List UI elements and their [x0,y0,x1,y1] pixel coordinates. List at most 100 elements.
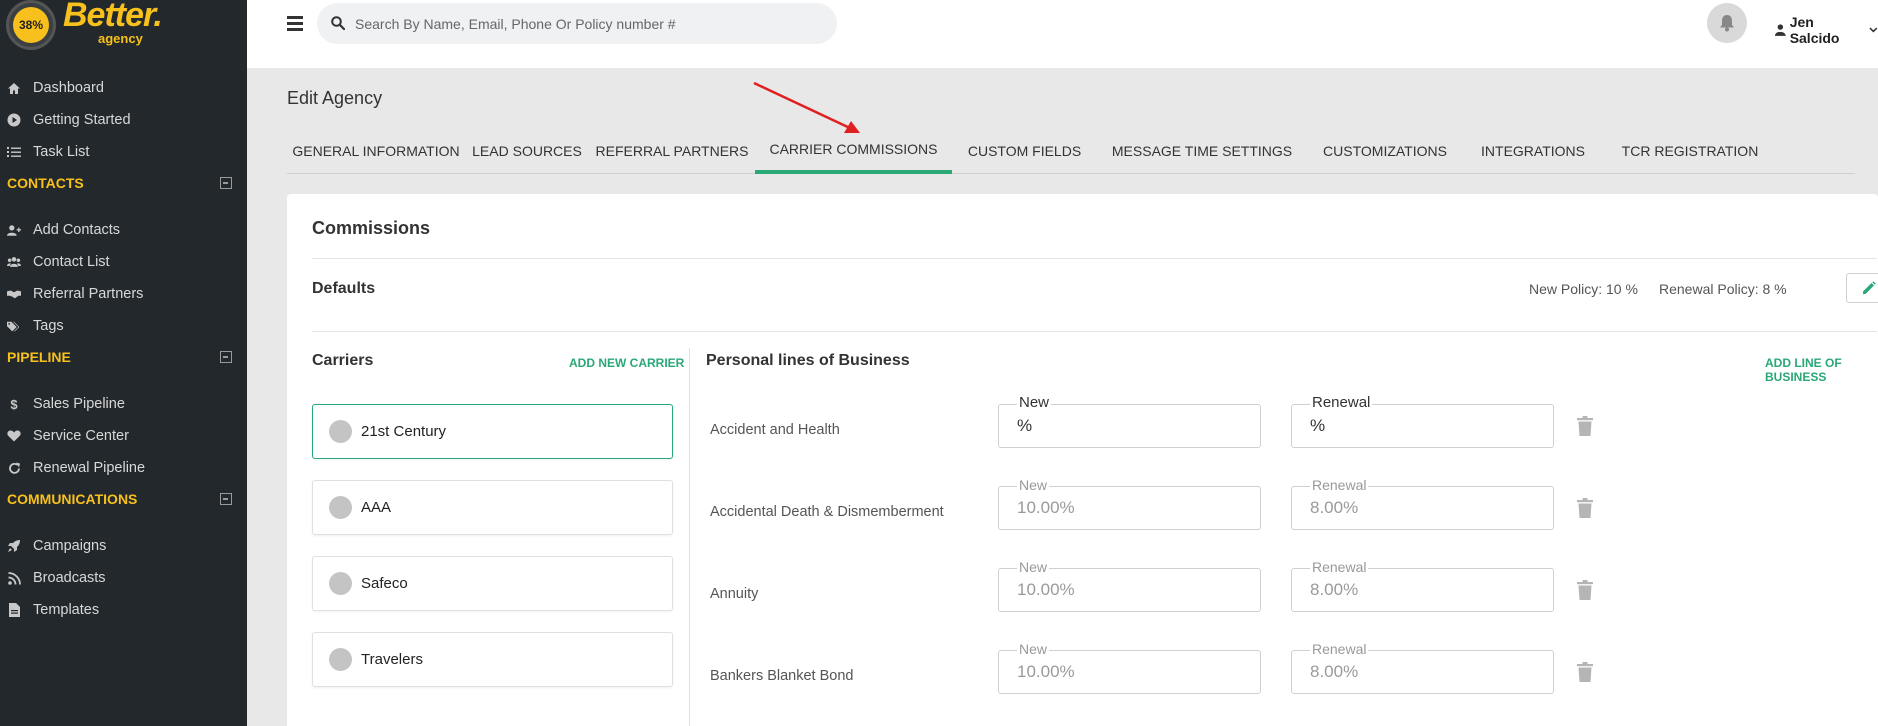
tab-bar: GENERAL INFORMATION LEAD SOURCES REFERRA… [287,128,1855,174]
new-label: New [1017,477,1050,493]
new-commission-input[interactable] [1017,413,1247,439]
tab-message-time-settings[interactable]: MESSAGE TIME SETTINGS [1097,128,1307,174]
chevron-down-icon [1869,27,1878,33]
commissions-card: Commissions Defaults New Policy: 10 % Re… [287,194,1878,726]
renewal-commission-field: Renewal [1291,395,1554,448]
section-contacts[interactable]: CONTACTS [7,171,232,195]
tab-customizations[interactable]: CUSTOMIZATIONS [1307,128,1463,174]
sidebar-item-label: Add Contacts [33,222,121,238]
new-commission-input[interactable] [1017,495,1247,521]
trash-icon[interactable] [1577,662,1593,682]
sidebar-item-sales-pipeline[interactable]: $ Sales Pipeline [0,389,247,419]
sidebar-item-label: Service Center [33,428,129,444]
collapse-icon[interactable] [220,493,232,505]
renewal-commission-field: Renewal [1291,477,1554,530]
menu-toggle-icon[interactable] [287,16,303,31]
add-line-of-business-link[interactable]: ADD LINE OF BUSINESS [1765,356,1878,384]
commissions-title: Commissions [312,218,431,238]
collapse-icon[interactable] [220,351,232,363]
sidebar-item-task-list[interactable]: Task List [0,137,247,167]
sidebar-item-label: Renewal Pipeline [33,460,146,476]
sidebar-item-tags[interactable]: Tags [0,311,247,341]
topbar: Jen Salcido [247,0,1878,68]
sidebar-item-label: Tags [33,318,64,334]
file-icon [7,603,21,617]
divider [312,331,1877,332]
renewal-label: Renewal [1310,394,1373,411]
brand-logo[interactable]: 38% Better. agency [0,0,247,68]
new-commission-field: New [998,395,1261,448]
renewal-commission-field: Renewal [1291,641,1554,694]
sidebar-item-dashboard[interactable]: Dashboard [0,73,247,103]
lob-name: Accidental Death & Dismemberment [710,504,944,520]
new-commission-field: New [998,559,1261,612]
renewal-commission-input[interactable] [1310,413,1540,439]
edit-defaults-button[interactable] [1846,273,1878,303]
renewal-commission-field: Renewal [1291,559,1554,612]
tags-icon [7,320,21,333]
tab-referral-partners[interactable]: REFERRAL PARTNERS [589,128,755,174]
tab-lead-sources[interactable]: LEAD SOURCES [465,128,589,174]
new-label: New [1017,559,1050,575]
renewal-commission-input[interactable] [1310,577,1540,603]
renewal-commission-input[interactable] [1310,659,1540,685]
tab-integrations[interactable]: INTEGRATIONS [1463,128,1603,174]
sidebar-item-renewal-pipeline[interactable]: Renewal Pipeline [0,453,247,483]
section-title: COMMUNICATIONS [7,491,138,507]
rss-icon [7,571,21,585]
new-commission-input[interactable] [1017,577,1247,603]
brand-sub: agency [98,31,143,46]
search-icon [331,16,345,30]
user-plus-icon [7,224,21,237]
progress-badge-value: 38% [13,7,49,43]
renewal-label: Renewal [1310,477,1369,493]
new-label: New [1017,394,1052,411]
sidebar-item-broadcasts[interactable]: Broadcasts [0,563,247,593]
section-pipeline[interactable]: PIPELINE [7,345,232,369]
tab-tcr-registration[interactable]: TCR REGISTRATION [1603,128,1777,174]
list-icon [7,146,21,158]
section-communications[interactable]: COMMUNICATIONS [7,487,232,511]
lob-row: Accidental Death & Dismemberment New Ren… [287,477,1878,546]
add-new-carrier-link[interactable]: ADD NEW CARRIER [569,356,684,370]
collapse-icon[interactable] [220,177,232,189]
trash-icon[interactable] [1577,416,1593,436]
search-bar [317,3,837,44]
sidebar-item-templates[interactable]: Templates [0,595,247,625]
sidebar-item-label: Getting Started [33,112,131,128]
sidebar-item-referral-partners[interactable]: Referral Partners [0,279,247,309]
main-content: Edit Agency GENERAL INFORMATION LEAD SOU… [247,68,1878,726]
user-menu[interactable]: Jen Salcido [1775,14,1878,46]
renewal-commission-input[interactable] [1310,495,1540,521]
bell-icon [1720,15,1734,32]
brand-name: Better. [63,0,163,34]
trash-icon[interactable] [1577,580,1593,600]
new-commission-input[interactable] [1017,659,1247,685]
lob-row: Accident and Health New Renewal [287,395,1878,464]
lob-name: Bankers Blanket Bond [710,668,854,684]
user-name: Jen Salcido [1789,14,1840,46]
tab-custom-fields[interactable]: CUSTOM FIELDS [952,128,1097,174]
trash-icon[interactable] [1577,498,1593,518]
section-title: PIPELINE [7,349,71,365]
sidebar-item-campaigns[interactable]: Campaigns [0,531,247,561]
lob-row: Bankers Blanket Bond New Renewal [287,641,1878,710]
sidebar-item-service-center[interactable]: Service Center [0,421,247,451]
notifications-button[interactable] [1707,3,1747,43]
sidebar-item-label: Task List [33,144,90,160]
tab-general-information[interactable]: GENERAL INFORMATION [287,128,465,174]
progress-badge: 38% [6,0,56,50]
sidebar-item-getting-started[interactable]: Getting Started [0,105,247,135]
rocket-icon [7,539,21,553]
sidebar-item-add-contacts[interactable]: Add Contacts [0,215,247,245]
search-input[interactable] [355,13,815,35]
sidebar-item-label: Campaigns [33,538,107,554]
sidebar: 38% Better. agency Dashboard Getting Sta… [0,0,247,726]
defaults-label: Defaults [312,280,376,297]
sidebar-item-label: Contact List [33,254,110,270]
users-icon [7,256,21,268]
renewal-label: Renewal [1310,641,1369,657]
section-title: CONTACTS [7,175,84,191]
sidebar-item-contact-list[interactable]: Contact List [0,247,247,277]
annotation-arrow [753,81,860,133]
